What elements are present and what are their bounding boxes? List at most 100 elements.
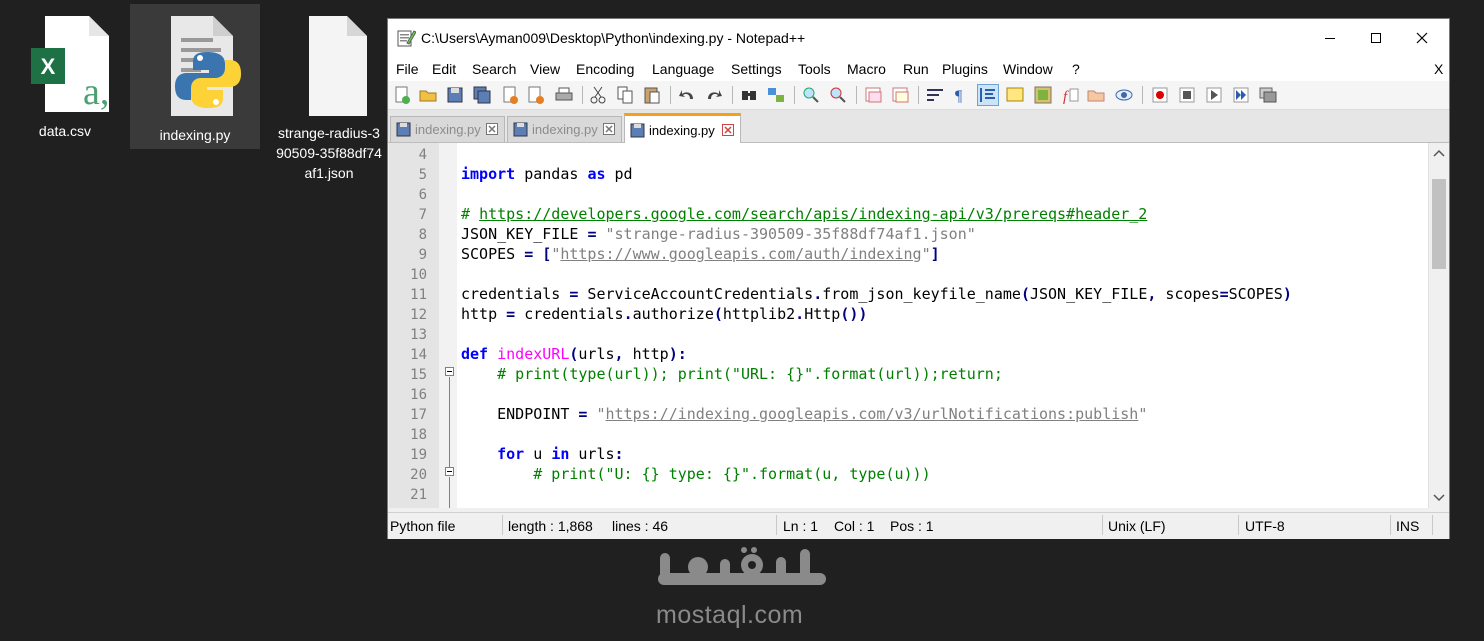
menu-tools[interactable]: Tools bbox=[798, 61, 831, 77]
zoom-in-icon[interactable] bbox=[801, 85, 821, 105]
menu-macro[interactable]: Macro bbox=[847, 61, 886, 77]
close-button[interactable] bbox=[1399, 19, 1445, 57]
status-encoding: UTF-8 bbox=[1245, 518, 1285, 534]
line-number: 10 bbox=[410, 267, 427, 283]
fold-toggle[interactable] bbox=[445, 367, 454, 376]
menu-search[interactable]: Search bbox=[472, 61, 516, 77]
saved-file-icon bbox=[513, 122, 528, 140]
status-mode: INS bbox=[1396, 518, 1420, 534]
toolbar-separator bbox=[794, 86, 795, 104]
close-file-icon[interactable] bbox=[500, 85, 520, 105]
saved-file-icon bbox=[396, 122, 411, 140]
document-map-icon[interactable] bbox=[1033, 85, 1053, 105]
scroll-down-icon[interactable] bbox=[1429, 490, 1449, 506]
cut-icon[interactable] bbox=[588, 85, 608, 105]
status-col: Col : 1 bbox=[834, 518, 875, 534]
status-separator bbox=[1390, 515, 1391, 535]
code-line: def indexURL(urls, http): bbox=[461, 345, 687, 363]
save-all-icon[interactable] bbox=[472, 85, 492, 105]
desktop-icon-data-csv[interactable]: X a, data.csv bbox=[0, 4, 130, 149]
tab-indexing-py-active[interactable]: indexing.py bbox=[624, 113, 741, 143]
save-icon[interactable] bbox=[445, 85, 465, 105]
menu-encoding[interactable]: Encoding bbox=[576, 61, 634, 77]
indent-guide-icon[interactable] bbox=[977, 84, 999, 106]
line-number: 21 bbox=[410, 487, 427, 503]
line-number: 9 bbox=[418, 247, 427, 263]
tab-indexing-py-2[interactable]: indexing.py bbox=[507, 116, 622, 142]
tab-bar: indexing.py indexing.py indexing.py bbox=[388, 110, 1449, 143]
watermark-text: mostaql.com bbox=[656, 601, 804, 629]
status-separator bbox=[1238, 515, 1239, 535]
menu-plugins[interactable]: Plugins bbox=[942, 61, 988, 77]
playback-macro-icon[interactable] bbox=[1204, 85, 1224, 105]
toolbar-separator bbox=[582, 86, 583, 104]
line-number: 8 bbox=[418, 227, 427, 243]
close-all-icon[interactable] bbox=[526, 85, 546, 105]
menu-edit[interactable]: Edit bbox=[432, 61, 456, 77]
line-number: 14 bbox=[410, 347, 427, 363]
line-number: 13 bbox=[410, 327, 427, 343]
folder-workspace-icon[interactable] bbox=[1086, 85, 1106, 105]
menu-settings[interactable]: Settings bbox=[731, 61, 782, 77]
minimize-button[interactable] bbox=[1307, 19, 1353, 57]
maximize-button[interactable] bbox=[1353, 19, 1399, 57]
close-document-button[interactable]: X bbox=[1434, 61, 1443, 77]
tab-close-icon[interactable] bbox=[603, 123, 615, 138]
desktop-icon-indexing-py[interactable]: indexing.py bbox=[130, 4, 260, 149]
replace-icon[interactable] bbox=[766, 85, 786, 105]
paste-icon[interactable] bbox=[642, 85, 662, 105]
line-number: 19 bbox=[410, 447, 427, 463]
status-length: length : 1,868 bbox=[508, 518, 593, 534]
new-file-icon[interactable] bbox=[392, 85, 412, 105]
title-bar[interactable]: C:\Users\Ayman009\Desktop\Python\indexin… bbox=[388, 19, 1449, 57]
status-separator bbox=[776, 515, 777, 535]
word-wrap-icon[interactable] bbox=[925, 85, 945, 105]
toolbar-separator bbox=[856, 86, 857, 104]
function-list-icon[interactable]: f bbox=[1060, 85, 1080, 105]
scrollbar-thumb[interactable] bbox=[1432, 179, 1446, 269]
fold-line bbox=[449, 377, 450, 467]
menu-help[interactable]: ? bbox=[1072, 61, 1080, 77]
tab-close-icon[interactable] bbox=[722, 124, 734, 139]
desktop-icon-label: data.csv bbox=[38, 123, 92, 139]
tab-close-icon[interactable] bbox=[486, 123, 498, 138]
code-line: # https://developers.google.com/search/a… bbox=[461, 205, 1148, 223]
sync-vertical-icon[interactable] bbox=[864, 85, 884, 105]
print-icon[interactable] bbox=[554, 85, 574, 105]
zoom-out-icon[interactable] bbox=[828, 85, 848, 105]
desktop-icon-json[interactable]: strange-radius-3 90509-35f88df74 af1.jso… bbox=[264, 4, 394, 181]
open-file-icon[interactable] bbox=[418, 85, 438, 105]
blank-file-icon bbox=[264, 12, 394, 119]
status-lines: lines : 46 bbox=[612, 518, 669, 534]
undo-icon[interactable] bbox=[677, 85, 697, 105]
line-number: 11 bbox=[410, 287, 427, 303]
menu-view[interactable]: View bbox=[530, 61, 560, 77]
user-defined-language-icon[interactable] bbox=[1005, 85, 1025, 105]
save-macro-icon[interactable] bbox=[1258, 85, 1278, 105]
maximize-icon bbox=[1371, 33, 1381, 43]
scroll-up-icon[interactable] bbox=[1429, 145, 1449, 161]
record-macro-icon[interactable] bbox=[1150, 85, 1170, 105]
line-number: 4 bbox=[418, 147, 427, 163]
status-bar: Python file length : 1,868 lines : 46 Ln… bbox=[388, 512, 1449, 539]
menu-run[interactable]: Run bbox=[903, 61, 929, 77]
run-macro-multiple-icon[interactable] bbox=[1231, 85, 1251, 105]
menu-file[interactable]: File bbox=[396, 61, 419, 77]
fold-toggle[interactable] bbox=[445, 467, 454, 476]
sync-horizontal-icon[interactable] bbox=[891, 85, 911, 105]
svg-text:a,: a, bbox=[83, 71, 109, 112]
monitoring-icon[interactable] bbox=[1114, 85, 1134, 105]
code-line: ENDPOINT = "https://indexing.googleapis.… bbox=[461, 405, 1148, 423]
show-all-characters-icon[interactable]: ¶ bbox=[951, 85, 971, 105]
redo-icon[interactable] bbox=[704, 85, 724, 105]
stop-recording-icon[interactable] bbox=[1177, 85, 1197, 105]
vertical-scrollbar[interactable] bbox=[1428, 143, 1449, 508]
tab-indexing-py-1[interactable]: indexing.py bbox=[390, 116, 505, 142]
find-icon[interactable] bbox=[739, 85, 759, 105]
desktop-icon-label: indexing.py bbox=[159, 127, 231, 143]
line-number: 18 bbox=[410, 427, 427, 443]
code-editor[interactable]: 4 5 6 7 8 9 10 11 12 13 14 15 16 17 18 1… bbox=[389, 143, 1449, 508]
menu-window[interactable]: Window bbox=[1003, 61, 1053, 77]
copy-icon[interactable] bbox=[615, 85, 635, 105]
menu-language[interactable]: Language bbox=[652, 61, 714, 77]
